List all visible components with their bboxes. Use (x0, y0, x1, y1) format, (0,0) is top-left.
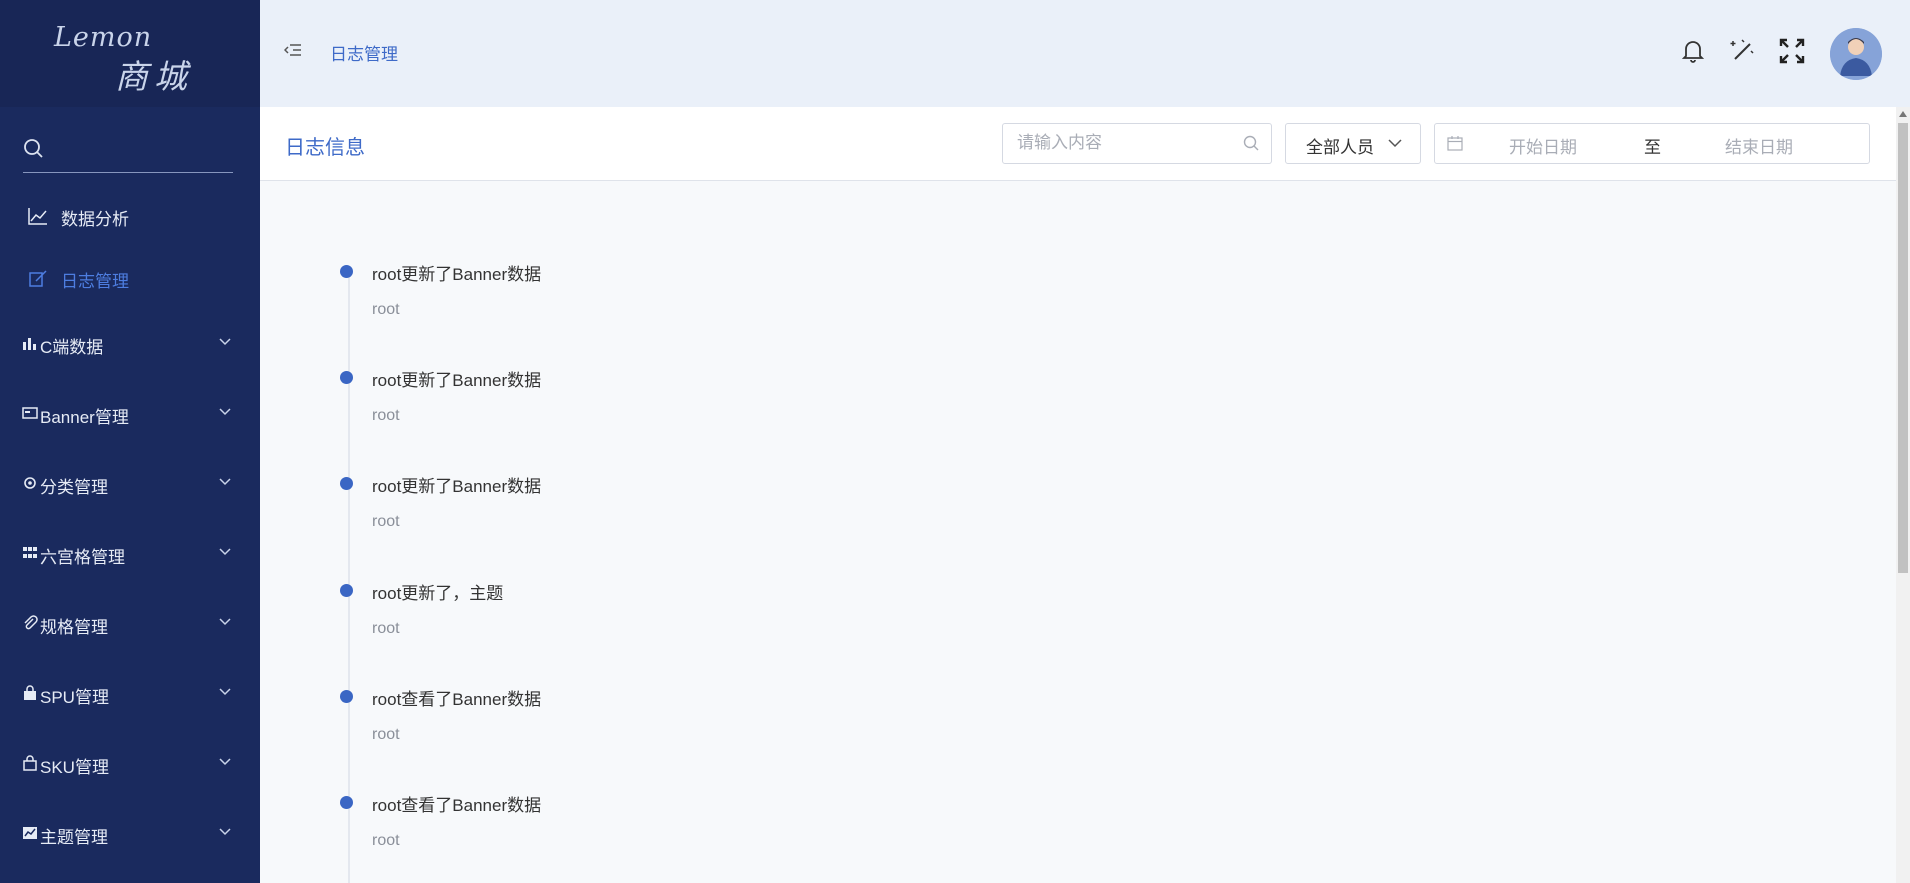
bag-icon (24, 685, 36, 700)
shopping-bag-icon (23, 755, 37, 771)
chevron-down-icon (219, 618, 231, 626)
log-title: root更新了Banner数据 (372, 265, 542, 284)
log-user: root (372, 301, 400, 318)
paperclip-icon (24, 615, 38, 630)
sidebar-group-spu[interactable]: SPU管理 (0, 674, 260, 714)
log-user: root (372, 407, 400, 424)
sidebar-item-label: 数据分析 (61, 210, 129, 229)
sidebar-group-label: Banner管理 (40, 408, 129, 427)
top-header: 日志管理 (260, 0, 1910, 107)
bar-chart-icon (23, 338, 36, 350)
date-end-input[interactable]: 结束日期 (1725, 133, 1793, 158)
chevron-down-icon (219, 758, 231, 766)
sidebar-group-label: 主题管理 (40, 828, 108, 847)
date-range-picker[interactable]: 开始日期 至 结束日期 (1434, 123, 1870, 164)
sidebar-group-theme[interactable]: 主题管理 (0, 814, 260, 854)
sidebar-group-label: SPU管理 (40, 688, 109, 707)
user-filter-select[interactable]: 全部人员 (1285, 123, 1421, 164)
timeline-line (348, 270, 350, 883)
sidebar-group-banner[interactable]: Banner管理 (0, 394, 260, 434)
log-title: root更新了Banner数据 (372, 477, 542, 496)
timeline-dot (340, 690, 353, 703)
log-title: root更新了Banner数据 (372, 371, 542, 390)
search-input[interactable] (1015, 132, 1239, 154)
sidebar-group-label: SKU管理 (40, 758, 109, 777)
sidebar-item-logs[interactable]: 日志管理 (0, 258, 260, 298)
chevron-down-icon (219, 548, 231, 556)
timeline-dot (340, 477, 353, 490)
timeline-dot (340, 796, 353, 809)
fullscreen-icon[interactable] (1779, 38, 1805, 64)
log-user: root (372, 832, 400, 849)
bell-icon[interactable] (1682, 38, 1704, 64)
magic-wand-icon[interactable] (1730, 38, 1756, 64)
select-value: 全部人员 (1306, 138, 1374, 157)
logo-line1: Lemon (54, 22, 153, 53)
log-title: root查看了Banner数据 (372, 690, 542, 709)
timeline-dot (340, 371, 353, 384)
sidebar: Lemon 商城 数据分析 日志管理 C端数据 Banner管理 分类管理 六宫… (0, 0, 260, 883)
sidebar-group-sku[interactable]: SKU管理 (0, 744, 260, 784)
sidebar-group-grid[interactable]: 六宫格管理 (0, 534, 260, 574)
sidebar-group-label: 规格管理 (40, 618, 108, 637)
chart-line-icon (28, 208, 47, 225)
log-user: root (372, 620, 400, 637)
chevron-down-icon (219, 408, 231, 416)
sidebar-group-category[interactable]: 分类管理 (0, 464, 260, 504)
edit-log-icon (29, 270, 47, 287)
grid-icon (23, 547, 37, 558)
chevron-down-icon (219, 338, 231, 346)
chevron-down-icon (219, 828, 231, 836)
sidebar-item-label: 日志管理 (61, 272, 129, 291)
chevron-down-icon (219, 688, 231, 696)
avatar[interactable] (1830, 28, 1882, 80)
sidebar-search[interactable] (23, 132, 233, 173)
banner-icon (22, 407, 38, 419)
breadcrumb[interactable]: 日志管理 (330, 40, 398, 65)
sidebar-group-c-data[interactable]: C端数据 (0, 324, 260, 364)
theme-icon (23, 827, 37, 839)
chevron-down-icon (219, 478, 231, 486)
sidebar-group-label: C端数据 (40, 338, 104, 357)
sidebar-group-label: 六宫格管理 (40, 548, 125, 567)
vertical-scrollbar[interactable] (1896, 107, 1910, 883)
log-title: root更新了，主题 (372, 584, 504, 603)
log-title: root查看了Banner数据 (372, 796, 542, 815)
calendar-icon (1447, 136, 1463, 151)
keyword-search (1002, 123, 1272, 164)
sidebar-item-analytics[interactable]: 数据分析 (0, 196, 260, 236)
timeline-dot (340, 265, 353, 278)
panel-header: 日志信息 全部人员 开始日期 至 结束日期 (260, 107, 1896, 181)
category-icon (24, 477, 36, 489)
logo-line2: 商城 (115, 57, 193, 96)
sidebar-group-label: 分类管理 (40, 478, 108, 497)
date-separator: 至 (1644, 138, 1661, 157)
chevron-down-icon (1388, 139, 1402, 148)
menu-fold-icon[interactable] (284, 42, 302, 58)
log-user: root (372, 513, 400, 530)
sidebar-group-spec[interactable]: 规格管理 (0, 604, 260, 644)
scrollbar-thumb[interactable] (1898, 123, 1908, 573)
timeline-dot (340, 584, 353, 597)
scroll-up-arrow[interactable] (1899, 111, 1907, 117)
date-start-input[interactable]: 开始日期 (1509, 133, 1577, 158)
search-icon[interactable] (1243, 135, 1259, 151)
search-icon (24, 139, 43, 158)
logo: Lemon 商城 (0, 0, 260, 107)
page-title: 日志信息 (285, 137, 365, 159)
log-user: root (372, 726, 400, 743)
user-avatar-icon (1830, 28, 1882, 80)
